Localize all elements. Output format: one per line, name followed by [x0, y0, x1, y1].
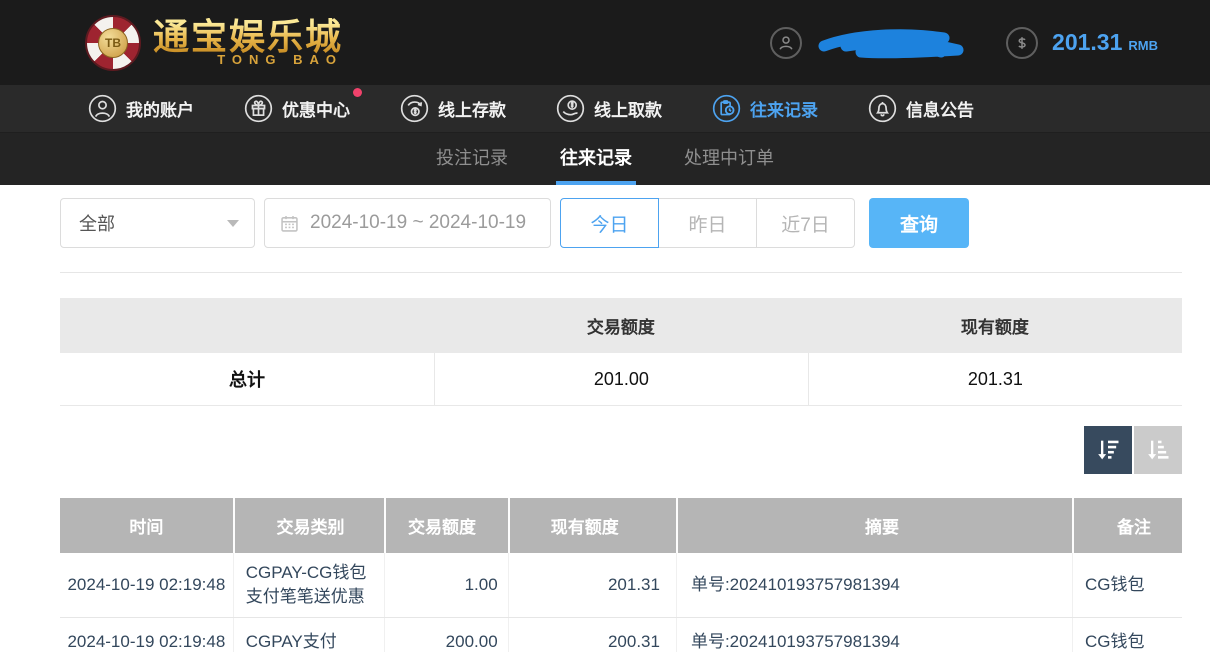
section-divider [60, 272, 1182, 273]
quick-date-buttons: 今日 昨日 近7日 [560, 198, 855, 248]
balance-currency: RMB [1128, 38, 1158, 53]
deposit-icon [400, 94, 429, 123]
cell-type: CGPAY支付 [232, 618, 384, 652]
nav-item-my-account[interactable]: 我的账户 [88, 94, 194, 123]
date-range-value: 2024-10-19 ~ 2024-10-19 [310, 212, 527, 233]
cell-remark: CG钱包 [1072, 618, 1182, 652]
type-select[interactable]: 全部 [60, 198, 255, 248]
col-header-time: 时间 [129, 518, 164, 537]
top-header: TB 通宝娱乐城 TONG BAO 201.31 RMB [0, 0, 1210, 85]
records-icon [712, 94, 741, 123]
cell-summary: 单号:202410193757981394 [675, 618, 1072, 652]
table-header-row: 时间 交易类别 交易额度 现有额度 摘要 备注 [60, 498, 1182, 553]
bell-icon [868, 94, 897, 123]
summary-trade-amount: 201.00 [433, 353, 808, 405]
gift-icon [244, 94, 273, 123]
nav-label: 我的账户 [126, 101, 194, 120]
nav-item-announcements[interactable]: 信息公告 [868, 94, 974, 123]
user-avatar-icon[interactable] [770, 26, 803, 59]
chevron-down-icon [227, 219, 239, 227]
summary-current-amount: 201.31 [807, 353, 1182, 405]
dollar-icon [1006, 26, 1039, 59]
balance-display: 201.31 RMB [1052, 29, 1158, 56]
summary-header-current-amount: 现有额度 [960, 318, 1029, 337]
cell-current-amount: 200.31 [507, 618, 676, 652]
logo-chip-icon: TB [85, 14, 141, 71]
username-redaction-scribble [818, 28, 964, 58]
sort-descending-icon [1098, 440, 1119, 460]
date-range-input[interactable]: 2024-10-19 ~ 2024-10-19 [264, 198, 551, 248]
nav-label: 线上取款 [594, 101, 662, 120]
summary-table: 交易额度 现有额度 总计 201.00 201.31 [60, 298, 1182, 406]
nav-label: 信息公告 [906, 101, 974, 120]
site-logo[interactable]: TB 通宝娱乐城 TONG BAO [85, 14, 344, 71]
col-header-current-amount: 现有额度 [507, 498, 676, 553]
sort-descending-button[interactable] [1084, 426, 1132, 474]
sort-ascending-icon [1148, 440, 1169, 460]
cell-trade-amount: 200.00 [384, 618, 507, 652]
record-tabs: 投注记录 往来记录 处理中订单 [0, 133, 1210, 185]
nav-label: 往来记录 [750, 101, 818, 120]
col-header-trade-amount: 交易额度 [384, 498, 507, 553]
notification-dot [353, 88, 362, 97]
cell-remark: CG钱包 [1072, 553, 1182, 617]
last7days-button[interactable]: 近7日 [756, 198, 855, 248]
balance-amount: 201.31 [1052, 29, 1123, 55]
withdraw-icon [556, 94, 585, 123]
sort-ascending-button[interactable] [1134, 426, 1182, 474]
sort-controls [60, 426, 1182, 474]
col-header-remark: 备注 [1072, 498, 1182, 553]
type-select-value: 全部 [79, 214, 115, 234]
filter-row: 全部 2024-10-19 ~ 2024-10-19 今日 昨日 近7日 查询 [60, 198, 1182, 248]
nav-label: 线上存款 [438, 101, 506, 120]
tab-bet-records[interactable]: 投注记录 [432, 133, 512, 185]
cell-summary: 单号:202410193757981394 [675, 553, 1072, 617]
user-area: 201.31 RMB [770, 22, 1158, 64]
table-row: 2024-10-19 02:19:48 CGPAY-CG钱包支付笔笔送优惠 1.… [60, 553, 1182, 618]
col-header-summary: 摘要 [675, 498, 1072, 553]
main-navigation: 我的账户 优惠中心 线上存款 线上取款 往来记录 信息公告 [0, 85, 1210, 133]
summary-header-row: 交易额度 现有额度 [60, 298, 1182, 353]
today-button[interactable]: 今日 [560, 198, 659, 248]
tab-processing-orders[interactable]: 处理中订单 [680, 133, 778, 185]
col-header-type: 交易类别 [232, 498, 384, 553]
site-title: 通宝娱乐城 [153, 16, 344, 58]
cell-trade-amount: 1.00 [384, 553, 507, 617]
summary-total-row: 总计 201.00 201.31 [60, 353, 1182, 406]
search-button[interactable]: 查询 [869, 198, 969, 248]
nav-item-withdraw[interactable]: 线上取款 [556, 94, 662, 123]
cell-time: 2024-10-19 02:19:48 [67, 632, 226, 651]
cell-current-amount: 201.31 [507, 553, 676, 617]
nav-item-promotions[interactable]: 优惠中心 [244, 88, 362, 123]
summary-total-label: 总计 [228, 370, 265, 390]
nav-item-deposit[interactable]: 线上存款 [400, 94, 506, 123]
logo-chip-text: TB [98, 27, 128, 58]
site-subtitle: TONG BAO [217, 51, 344, 67]
cell-type: CGPAY-CG钱包支付笔笔送优惠 [232, 553, 384, 617]
transactions-table: 时间 交易类别 交易额度 现有额度 摘要 备注 2024-10-19 02:19… [60, 498, 1182, 652]
tab-transaction-records[interactable]: 往来记录 [556, 133, 636, 185]
person-icon [88, 94, 117, 123]
nav-item-transaction-records[interactable]: 往来记录 [712, 94, 818, 123]
calendar-icon [281, 215, 298, 232]
yesterday-button[interactable]: 昨日 [658, 198, 757, 248]
content-area: 全部 2024-10-19 ~ 2024-10-19 今日 昨日 近7日 查询 … [0, 185, 1210, 652]
cell-time: 2024-10-19 02:19:48 [67, 575, 226, 594]
nav-label: 优惠中心 [282, 101, 350, 120]
summary-header-trade-amount: 交易额度 [586, 318, 655, 337]
table-row: 2024-10-19 02:19:48 CGPAY支付 200.00 200.3… [60, 618, 1182, 652]
